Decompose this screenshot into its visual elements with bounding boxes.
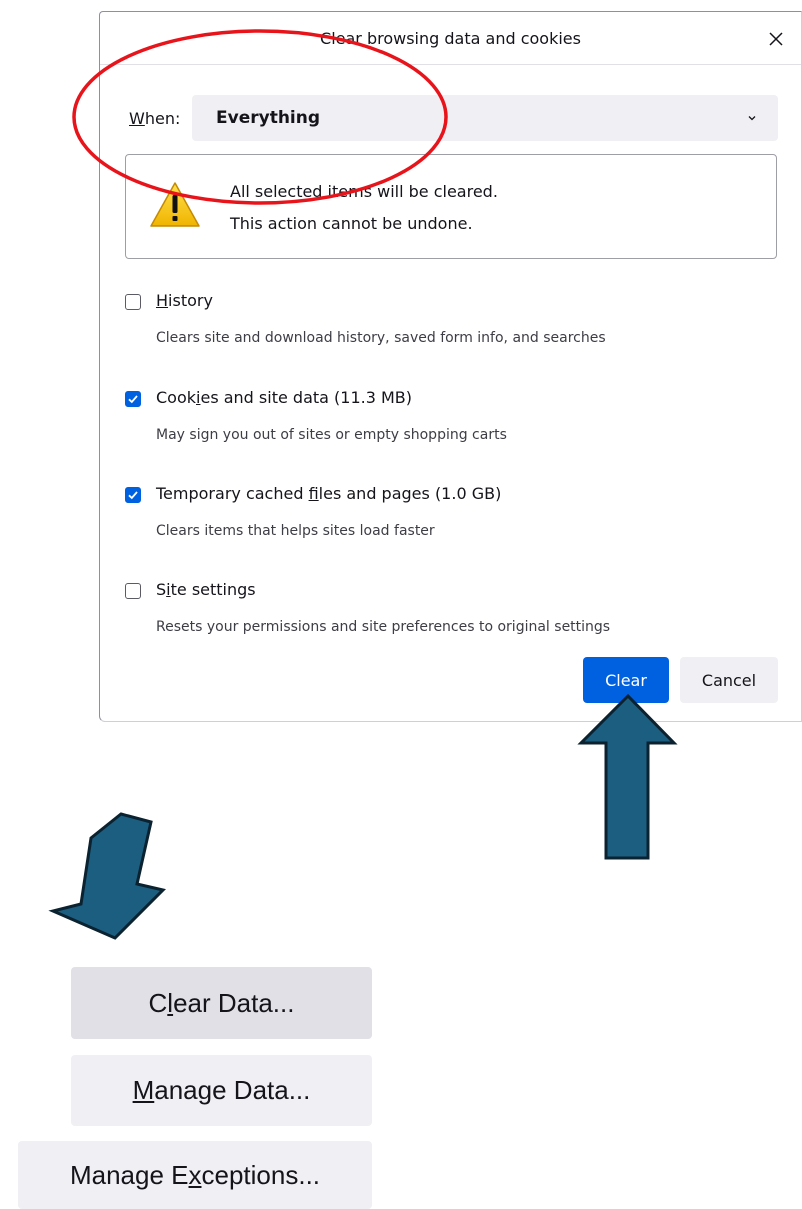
arrow-down-left-icon [48,812,166,940]
site-settings-label[interactable]: Site settings [156,580,256,599]
checkmark-icon [128,395,138,404]
manage-data-button[interactable]: Manage Data... [71,1055,372,1126]
manage-exceptions-button[interactable]: Manage Ex ceptions... [18,1141,372,1209]
clear-button[interactable]: Clear [583,657,669,703]
cache-description: Clears items that helps sites load faste… [156,523,435,539]
cookies-description: May sign you out of sites or empty shopp… [156,427,507,443]
clear-data-dialog: Clear browsing data and cookies When: Ev… [99,11,802,722]
site-settings-description: Resets your permissions and site prefere… [156,619,611,635]
warning-box: All selected items will be cleared. This… [125,154,777,259]
dialog-title: Clear browsing data and cookies [320,29,581,48]
warning-text-line1: All selected items will be cleared. [230,182,498,201]
clear-data-button[interactable]: Cl ear Data... [71,967,372,1039]
page: Clear browsing data and cookies When: Ev… [0,0,802,1209]
warning-icon [150,182,200,227]
when-dropdown[interactable]: Everything [192,95,778,141]
site-settings-checkbox[interactable] [125,583,141,599]
close-button[interactable] [763,26,789,52]
history-label[interactable]: History [156,291,213,310]
history-description: Clears site and download history, saved … [156,330,606,346]
cookies-checkbox[interactable] [125,391,141,407]
cancel-button[interactable]: Cancel [680,657,778,703]
cache-checkbox[interactable] [125,487,141,503]
chevron-down-icon [748,116,756,121]
warning-text-line2: This action cannot be undone. [230,214,473,233]
when-label: When: [129,109,181,128]
cookies-label[interactable]: Cookies and site data (11.3 MB) [156,388,412,407]
close-icon [769,32,783,46]
when-selected-value: Everything [216,108,321,128]
cache-label[interactable]: Temporary cached files and pages (1.0 GB… [156,484,501,503]
title-divider [100,64,801,65]
checkmark-icon [128,491,138,500]
history-checkbox[interactable] [125,294,141,310]
